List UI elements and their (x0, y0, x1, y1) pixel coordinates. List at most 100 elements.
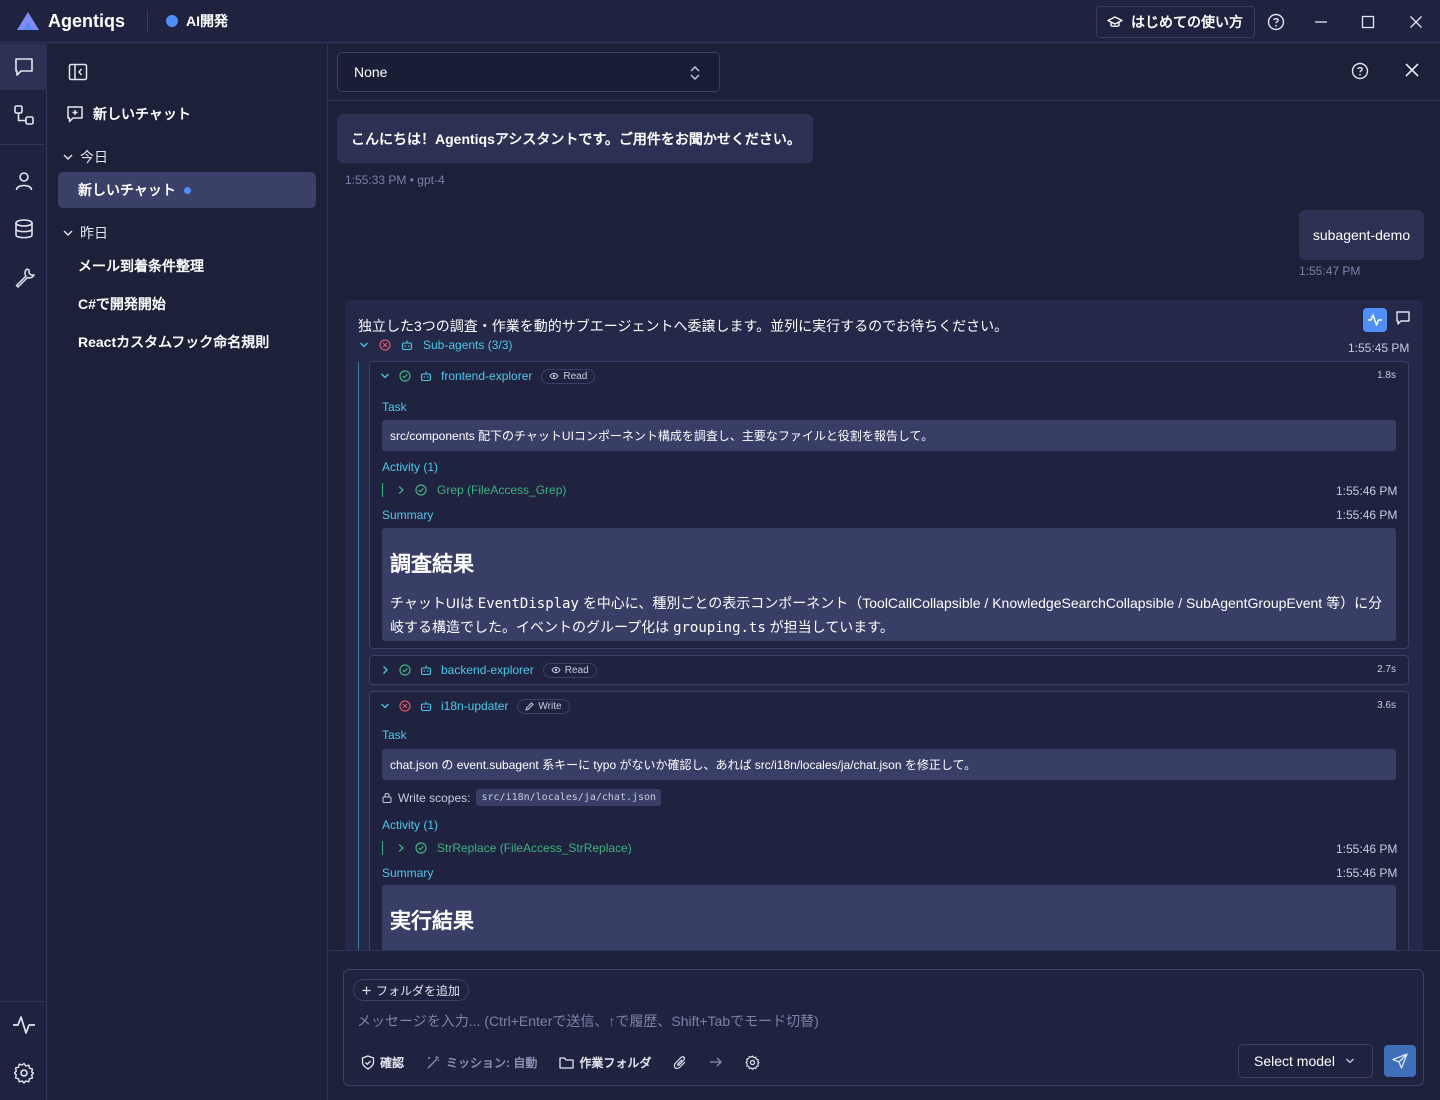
rail-workflow[interactable] (0, 92, 47, 138)
chat-item-label: C#で開発開始 (78, 296, 166, 312)
sidebar-toggle-icon[interactable] (68, 63, 88, 81)
project-name[interactable]: AI開発 (186, 11, 228, 31)
response-intro: 独立した3つの調査・作業を動的サブエージェントへ委譲します。並列に実行するのでお… (358, 318, 1009, 334)
confirm-mode-button[interactable]: 確認 (361, 1054, 404, 1071)
error-circle-icon (399, 700, 411, 712)
minimize-icon[interactable] (1310, 11, 1332, 33)
help-icon[interactable] (1265, 11, 1287, 33)
plus-icon (362, 986, 371, 994)
sidebar-item-mail-conditions[interactable]: メール到着条件整理 (58, 248, 316, 284)
new-chat-label: 新しいチャット (93, 106, 191, 122)
subagent-name: i18n-updater (441, 699, 509, 713)
chevron-down-icon (381, 373, 389, 379)
composer-settings-button[interactable] (745, 1054, 760, 1070)
pencil-icon (525, 701, 535, 711)
send-button[interactable] (1384, 1045, 1416, 1077)
assistant-message: こんにちは！Agentiqsアシスタントです。ご用件をお聞かせください。 (337, 114, 813, 163)
chevron-down-icon (360, 342, 368, 348)
forward-button[interactable] (709, 1056, 723, 1068)
summary-title: 実行結果 (390, 910, 474, 933)
mission-mode-button[interactable]: ミッション: 自動 (426, 1054, 537, 1071)
chevron-up-down-icon (690, 66, 700, 80)
chevron-right-icon (383, 666, 388, 674)
summary-label: Summary (382, 508, 434, 522)
subagent-name: backend-explorer (441, 663, 534, 677)
assistant-message-text: こんにちは！Agentiqsアシスタントです。ご用件をお聞かせください。 (351, 130, 801, 147)
attach-button[interactable] (673, 1055, 687, 1070)
error-circle-icon (379, 339, 391, 351)
check-circle-icon (415, 842, 427, 854)
write-scope-path: src/i18n/locales/ja/chat.json (476, 789, 662, 806)
subagents-group-header[interactable]: Sub-agents (3/3) (359, 338, 512, 352)
rail-tools[interactable] (0, 254, 47, 300)
subagent-duration: 3.6s (1377, 700, 1396, 711)
subagent-frontend-explorer: frontend-explorer Read 1.8s Task src/com… (369, 361, 1409, 649)
graduation-cap-icon (1107, 16, 1123, 27)
new-chat-button[interactable]: 新しいチャット (66, 104, 191, 124)
chat-icon (14, 58, 33, 76)
new-chat-icon (67, 106, 83, 123)
subagent-header[interactable]: frontend-explorer Read (370, 362, 1408, 390)
chat-help-icon[interactable] (1351, 62, 1369, 80)
rail-settings[interactable] (0, 1050, 47, 1096)
summary-box: 調査結果 チャットUIは EventDisplay を中心に、種別ごとの表示コン… (382, 528, 1396, 641)
sidebar-item-csharp[interactable]: C#で開発開始 (58, 286, 316, 322)
task-label: Task (382, 728, 407, 742)
mode-badge: Read (541, 368, 596, 384)
activity-toggle-icon[interactable] (1363, 308, 1387, 332)
summary-time: 1:55:46 PM (1336, 866, 1398, 880)
chat-item-label: メール到着条件整理 (78, 258, 204, 274)
agent-selector[interactable]: None (337, 52, 720, 92)
group-yesterday[interactable]: 昨日 (62, 223, 108, 243)
app-title: Agentiqs (48, 10, 126, 31)
subagent-header[interactable]: i18n-updater Write (370, 692, 1408, 720)
activity-item-label: Grep (FileAccess_Grep) (437, 483, 567, 497)
chevron-down-icon (381, 703, 389, 709)
sidebar-item-react-hooks[interactable]: Reactカスタムフック命名規則 (58, 324, 316, 360)
unread-dot (183, 186, 191, 194)
user-message: subagent-demo (1299, 210, 1424, 260)
sidebar-item-new-chat[interactable]: 新しいチャット (58, 172, 316, 208)
chevron-right-icon (398, 486, 404, 494)
add-folder-button[interactable]: フォルダを追加 (353, 979, 470, 1001)
rail-agents[interactable] (0, 158, 47, 204)
task-text: src/components 配下のチャットUIコンポーネント構成を調査し、主要… (390, 429, 934, 443)
composer-area: フォルダを追加 メッセージを入力... (Ctrl+Enterで送信、↑で履歴、… (329, 950, 1440, 1100)
activity-item[interactable]: Grep (FileAccess_Grep) (382, 483, 566, 497)
wrench-icon (15, 268, 35, 288)
add-folder-label: フォルダを追加 (376, 983, 461, 998)
rail-activity[interactable] (0, 1002, 47, 1048)
icon-rail (0, 44, 47, 1100)
close-chat-icon[interactable] (1404, 62, 1420, 78)
activity-item[interactable]: StrReplace (FileAccess_StrReplace) (382, 841, 632, 855)
subagent-backend-explorer[interactable]: backend-explorer Read 2.7s (369, 655, 1409, 685)
paperclip-icon (674, 1055, 686, 1069)
app-logo-icon (17, 12, 39, 30)
chat-main: None こんにちは！Agentiqsアシスタントです。ご用件をお聞かせください… (329, 44, 1440, 1100)
user-message-time: 1:55:47 PM (1299, 264, 1361, 278)
group-today[interactable]: 今日 (62, 147, 108, 167)
activity-label: Activity (1) (382, 460, 439, 474)
message-list[interactable]: こんにちは！Agentiqsアシスタントです。ご用件をお聞かせください。 1:5… (329, 102, 1440, 950)
send-icon (1392, 1053, 1408, 1069)
rail-chat[interactable] (0, 44, 47, 90)
close-window-icon[interactable] (1405, 11, 1427, 33)
group-connector-line (358, 362, 359, 950)
model-select[interactable]: Select model (1238, 1044, 1373, 1078)
subagent-duration: 2.7s (1377, 664, 1396, 675)
rail-knowledge[interactable] (0, 206, 47, 252)
subagent-header[interactable]: backend-explorer Read (370, 656, 1408, 684)
work-folder-button[interactable]: 作業フォルダ (559, 1054, 651, 1071)
summary-title: 調査結果 (390, 553, 474, 576)
getting-started-button[interactable]: はじめての使い方 (1096, 6, 1255, 38)
mode-label: Read (564, 664, 589, 676)
comment-icon[interactable] (1395, 310, 1411, 326)
shield-check-icon (361, 1054, 375, 1070)
summary-time: 1:55:46 PM (1336, 508, 1398, 522)
summary-text-1: チャットUIは (390, 595, 474, 611)
maximize-icon[interactable] (1357, 11, 1379, 33)
mode-badge: Read (542, 662, 597, 678)
composer-toolbar: 確認 ミッション: 自動 作業フォルダ (361, 1052, 782, 1072)
work-folder-label: 作業フォルダ (579, 1055, 652, 1070)
message-input[interactable]: メッセージを入力... (Ctrl+Enterで送信、↑で履歴、Shift+Ta… (357, 1011, 819, 1031)
